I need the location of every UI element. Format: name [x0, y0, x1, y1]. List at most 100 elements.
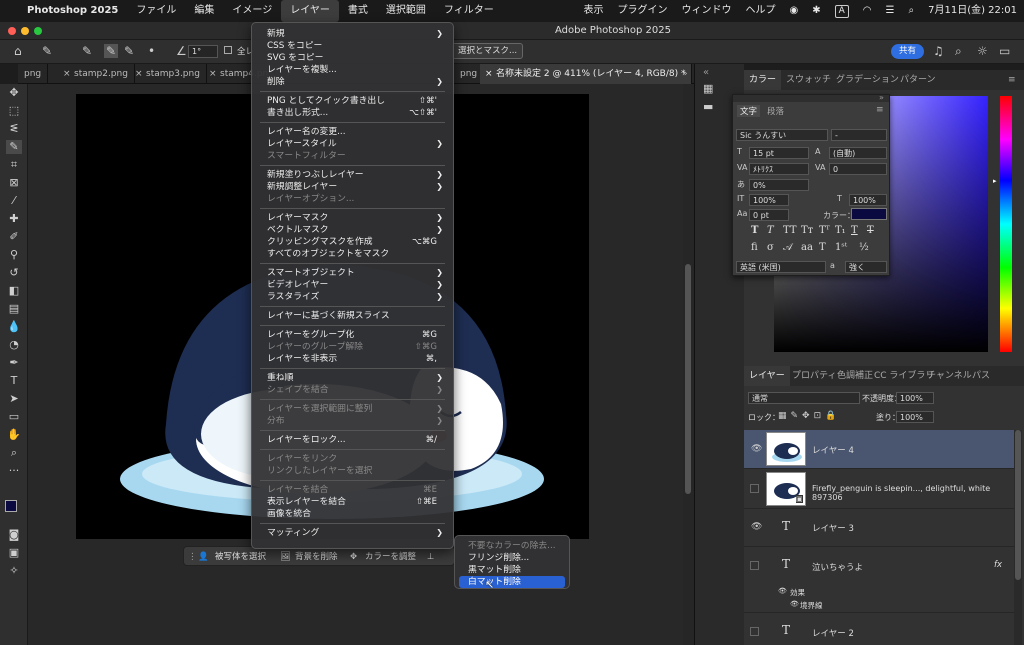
- hue-slider-handle-icon[interactable]: ▸: [993, 177, 997, 185]
- layer-menu-item[interactable]: レイヤーをグループ化 ⌘G: [267, 329, 443, 341]
- dodge-tool-icon[interactable]: ◔: [6, 338, 22, 352]
- visibility-toggle[interactable]: [750, 627, 759, 636]
- menu-edit[interactable]: 編集: [185, 0, 223, 22]
- tab-paths[interactable]: パス: [972, 366, 990, 386]
- eye-icon[interactable]: 👁: [751, 444, 762, 454]
- generative-icon[interactable]: ✧: [6, 564, 22, 578]
- history-brush-tool-icon[interactable]: ↺: [6, 266, 22, 280]
- eyedropper-tool-icon[interactable]: ⁄: [6, 194, 22, 208]
- collapse-panels-icon[interactable]: «: [703, 67, 709, 78]
- layer-menu-item[interactable]: 新規 ❯: [267, 28, 443, 40]
- workspace-icon[interactable]: ▭: [999, 44, 1010, 58]
- history-panel-icon[interactable]: ▦: [703, 82, 713, 95]
- layer-effects-row[interactable]: 👁 効果: [744, 587, 1014, 599]
- close-tab-icon[interactable]: ×: [135, 64, 143, 84]
- matting-submenu-item[interactable]: 黒マット削除: [459, 564, 565, 576]
- layer-menu-item[interactable]: レイヤー名の変更...: [267, 126, 443, 138]
- fractions-icon[interactable]: ½: [859, 242, 869, 253]
- layer-menu-item[interactable]: レイヤーを非表示 ⌘,: [267, 353, 443, 365]
- tracking-field[interactable]: 0: [829, 163, 887, 175]
- tab-stamp2[interactable]: × stamp2.png: [58, 64, 135, 84]
- layer-menu-item[interactable]: CSS をコピー: [267, 40, 443, 52]
- tab-character[interactable]: 文字: [737, 105, 761, 117]
- fill-field[interactable]: 100%: [896, 411, 934, 423]
- adjust-color-icon[interactable]: ✥: [350, 550, 357, 564]
- select-subject-button[interactable]: 被写体を選択: [215, 550, 266, 564]
- angle-field[interactable]: 1°: [188, 45, 218, 58]
- swash-icon[interactable]: 𝒜: [783, 242, 792, 253]
- close-tab-icon[interactable]: ×: [485, 64, 493, 84]
- layers-scrollbar[interactable]: [1014, 430, 1022, 645]
- kerning-field[interactable]: ﾒﾄﾘｸｽ: [749, 163, 809, 175]
- zoom-tool-icon[interactable]: ⌕: [6, 446, 22, 460]
- matting-submenu-item[interactable]: フリンジ削除...: [459, 552, 565, 564]
- layer-menu-item[interactable]: ビデオレイヤー ❯: [267, 279, 443, 291]
- alternates-icon[interactable]: aa: [801, 242, 813, 253]
- bluetooth-icon[interactable]: ✱: [805, 0, 827, 22]
- tab-cc-libraries[interactable]: CC ライブラリ: [874, 366, 934, 386]
- menu-file[interactable]: ファイル: [127, 0, 185, 22]
- layer-row[interactable]: 👁 レイヤー 4: [744, 430, 1014, 469]
- baseline-shift-field[interactable]: 0 pt: [749, 209, 789, 221]
- close-window-icon[interactable]: [8, 27, 16, 35]
- layer-menu-item[interactable]: レイヤーをロック... ⌘/: [267, 434, 443, 446]
- quick-mask-icon[interactable]: ◙: [6, 528, 22, 542]
- faux-bold-icon[interactable]: T: [751, 225, 758, 236]
- ligatures-icon[interactable]: fi: [751, 242, 758, 253]
- wifi-icon[interactable]: ◠: [856, 0, 879, 22]
- stamp-tool-icon[interactable]: ⚲: [6, 248, 22, 262]
- layer-menu-item[interactable]: 表示レイヤーを結合 ⇧⌘E: [267, 496, 443, 508]
- scrollbar-thumb[interactable]: [685, 264, 691, 494]
- comments-panel-icon[interactable]: ▬: [703, 100, 713, 113]
- drag-handle-icon[interactable]: ⋮: [188, 550, 197, 564]
- eraser-tool-icon[interactable]: ◧: [6, 284, 22, 298]
- subtract-selection-icon[interactable]: ✎: [124, 44, 134, 58]
- app-menu[interactable]: Photoshop 2025: [18, 0, 127, 22]
- vertical-scale-field[interactable]: 100%: [749, 194, 789, 206]
- language-select[interactable]: 英語 (米国): [736, 261, 826, 273]
- layer-menu-item[interactable]: レイヤースタイル ❯: [267, 138, 443, 150]
- layer-row[interactable]: T 泣いちゃうよ fx: [744, 547, 1014, 587]
- layer-menu-item[interactable]: スマートオブジェクト ❯: [267, 267, 443, 279]
- panel-drag-handle[interactable]: [733, 95, 889, 102]
- tab-stamp3[interactable]: × stamp3.png: [130, 64, 207, 84]
- hand-tool-icon[interactable]: ✋: [6, 428, 22, 442]
- control-center-icon[interactable]: ☰: [879, 0, 902, 22]
- visibility-toggle[interactable]: [750, 484, 759, 493]
- subscript-icon[interactable]: T₁: [835, 225, 846, 236]
- strikethrough-icon[interactable]: T: [867, 225, 874, 236]
- panel-collapse-icon[interactable]: »: [879, 93, 884, 102]
- matting-submenu-item[interactable]: 白マット削除: [459, 576, 565, 588]
- font-family-select[interactable]: Sic うんすい: [736, 129, 828, 141]
- crop-tool-icon[interactable]: ⌗: [6, 158, 22, 172]
- layer-menu-item[interactable]: すべてのオブジェクトをマスク: [267, 248, 443, 260]
- layers-scrollbar-thumb[interactable]: [1015, 430, 1021, 580]
- tsume-field[interactable]: 0%: [749, 179, 809, 191]
- more-tools-icon[interactable]: ···: [6, 464, 22, 478]
- old-style-icon[interactable]: σ: [767, 242, 774, 253]
- quick-selection-tool-icon[interactable]: ✎: [6, 140, 22, 154]
- canvas-vertical-scrollbar[interactable]: [683, 84, 694, 645]
- opacity-field[interactable]: 100%: [896, 392, 934, 404]
- visibility-toggle[interactable]: [750, 561, 759, 570]
- blend-mode-select[interactable]: 通常: [748, 392, 860, 404]
- minimize-window-icon[interactable]: [21, 27, 29, 35]
- tab-adjustments[interactable]: 色調補正: [837, 366, 873, 386]
- record-icon[interactable]: ◉: [783, 0, 806, 22]
- ordinals-icon[interactable]: 1ˢᵗ: [835, 242, 847, 253]
- blur-tool-icon[interactable]: 💧: [6, 320, 22, 334]
- layer-menu-item[interactable]: レイヤーを複製...: [267, 64, 443, 76]
- clock[interactable]: 7月11日(金) 22:01: [921, 0, 1024, 22]
- hue-slider[interactable]: [1000, 96, 1012, 352]
- gradient-tool-icon[interactable]: ▤: [6, 302, 22, 316]
- tab-gradients[interactable]: グラデーション: [836, 70, 899, 90]
- close-tab-icon[interactable]: ×: [63, 64, 71, 84]
- new-selection-icon[interactable]: ✎: [82, 44, 92, 58]
- text-color-swatch[interactable]: [851, 208, 887, 220]
- transform-icon[interactable]: ⊥: [427, 550, 434, 564]
- menu-type[interactable]: 書式: [339, 0, 377, 22]
- menu-help[interactable]: ヘルプ: [739, 0, 783, 22]
- layer-menu-item[interactable]: レイヤーに基づく新規スライス: [267, 310, 443, 322]
- font-size-field[interactable]: 15 pt: [749, 147, 809, 159]
- layer-menu-item[interactable]: ラスタライズ ❯: [267, 291, 443, 303]
